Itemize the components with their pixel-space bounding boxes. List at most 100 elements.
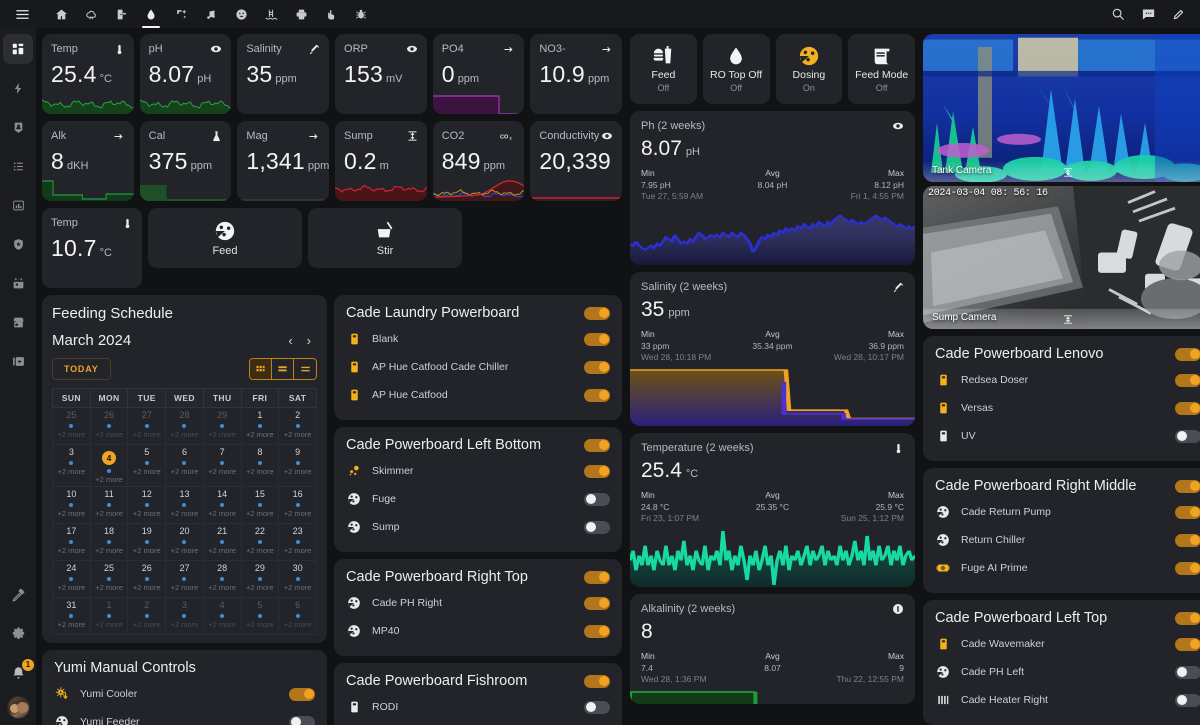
calendar-day[interactable]: 4+2 more (90, 445, 128, 487)
action-button-feed-mode[interactable]: Feed ModeOff (848, 34, 915, 104)
feed-button[interactable]: Feed (148, 208, 302, 268)
toggle-row[interactable]: Skimmer (346, 457, 610, 485)
toggle-switch[interactable] (584, 597, 610, 610)
pencil-icon[interactable] (1172, 7, 1186, 21)
toggle-switch[interactable] (584, 521, 610, 534)
today-button[interactable]: TODAY (52, 358, 111, 380)
calendar-day[interactable]: 1+2 more (90, 598, 128, 635)
more-events-label[interactable]: +2 more (91, 509, 128, 518)
gear-icon[interactable] (3, 619, 33, 649)
more-events-label[interactable]: +2 more (53, 583, 90, 592)
calendar-day[interactable]: 22+2 more (241, 524, 279, 561)
more-events-label[interactable]: +2 more (53, 620, 90, 629)
list-view-icon[interactable] (294, 359, 316, 379)
calendar-day[interactable]: 8+2 more (241, 445, 279, 487)
more-events-label[interactable]: +2 more (166, 430, 203, 439)
more-events-label[interactable]: +2 more (242, 620, 279, 629)
sensor-tile-co2[interactable]: CO2CO2849ppm (433, 121, 525, 201)
storefront-icon[interactable] (3, 307, 33, 337)
more-events-label[interactable]: +2 more (91, 583, 128, 592)
calendar-day[interactable]: 7+2 more (203, 445, 241, 487)
chevron-right-icon[interactable]: › (307, 334, 311, 347)
bug-icon[interactable] (346, 0, 376, 28)
action-button-ro-top-off[interactable]: RO Top OffOff (703, 34, 770, 104)
dashboard-grid-icon[interactable] (3, 34, 33, 64)
alk-icon[interactable] (892, 603, 904, 615)
fullscreen-icon[interactable] (1063, 167, 1074, 178)
toggle-row[interactable]: Fuge (346, 485, 610, 513)
rows-icon[interactable] (272, 359, 294, 379)
toggle-row[interactable]: UV (935, 422, 1200, 450)
calendar-day[interactable]: 19+2 more (128, 524, 166, 561)
cloud-icon[interactable] (76, 0, 106, 28)
more-events-label[interactable]: +2 more (279, 467, 316, 476)
toggle-row[interactable]: AP Hue Catfood Cade Chiller (346, 353, 610, 381)
more-events-label[interactable]: +2 more (166, 620, 203, 629)
more-events-label[interactable]: +2 more (53, 546, 90, 555)
more-events-label[interactable]: +2 more (166, 546, 203, 555)
calendar-day[interactable]: 25+2 more (90, 561, 128, 598)
calendar-day[interactable]: 5+2 more (241, 598, 279, 635)
more-events-label[interactable]: +2 more (279, 546, 316, 555)
calendar-day[interactable]: 26+2 more (90, 408, 128, 445)
more-events-label[interactable]: +2 more (242, 509, 279, 518)
toggle-row[interactable]: Return Chiller (935, 526, 1200, 554)
master-toggle-switch[interactable] (584, 439, 610, 452)
pipette-icon[interactable] (893, 282, 904, 293)
sensor-tile-mag[interactable]: Mag1,341ppm (237, 121, 329, 201)
chat-bubble-icon[interactable] (1141, 7, 1156, 22)
toggle-row[interactable]: Versas (935, 394, 1200, 422)
master-toggle-switch[interactable] (1175, 612, 1200, 625)
calendar-day[interactable]: 6+2 more (279, 598, 317, 635)
calendar-day[interactable]: 25+2 more (53, 408, 91, 445)
toggle-switch[interactable] (1175, 562, 1200, 575)
more-events-label[interactable]: +2 more (128, 430, 165, 439)
calendar-day[interactable]: 2+2 more (128, 598, 166, 635)
shield-icon[interactable] (3, 229, 33, 259)
calendar-day[interactable]: 15+2 more (241, 487, 279, 524)
calendar-icon[interactable] (3, 268, 33, 298)
bar-chart-icon[interactable] (3, 190, 33, 220)
more-events-label[interactable]: +2 more (53, 509, 90, 518)
calendar-day[interactable]: 14+2 more (203, 487, 241, 524)
sensor-tile-salinity[interactable]: Salinity35ppm (237, 34, 329, 114)
more-events-label[interactable]: +2 more (204, 583, 241, 592)
master-toggle-switch[interactable] (584, 571, 610, 584)
more-events-label[interactable]: +2 more (279, 430, 316, 439)
toggle-row[interactable]: Cade Heater Right (935, 686, 1200, 714)
calendar-day[interactable]: 5+2 more (128, 445, 166, 487)
search-icon[interactable] (1111, 7, 1125, 21)
more-events-label[interactable]: +2 more (242, 583, 279, 592)
toggle-switch[interactable] (289, 688, 315, 701)
calendar-day[interactable]: 10+2 more (53, 487, 91, 524)
toggle-switch[interactable] (584, 625, 610, 638)
calendar-day[interactable]: 26+2 more (128, 561, 166, 598)
calendar-day[interactable]: 24+2 more (53, 561, 91, 598)
more-events-label[interactable]: +2 more (204, 509, 241, 518)
sensor-tile-alk[interactable]: Alk8dKH (42, 121, 134, 201)
calendar-day[interactable]: 11+2 more (90, 487, 128, 524)
more-events-label[interactable]: +2 more (128, 546, 165, 555)
toggle-switch[interactable] (1175, 506, 1200, 519)
smiley-face-icon[interactable] (226, 0, 256, 28)
toggle-switch[interactable] (1175, 694, 1200, 707)
sensor-tile-po4[interactable]: PO40ppm (433, 34, 525, 114)
more-events-label[interactable]: +2 more (53, 430, 90, 439)
media-play-icon[interactable] (3, 346, 33, 376)
more-events-label[interactable]: +2 more (166, 583, 203, 592)
sensor-tile-temp[interactable]: Temp25.4°C (42, 34, 134, 114)
more-events-label[interactable]: +2 more (204, 620, 241, 629)
toggle-row[interactable]: Fuge AI Prime (935, 554, 1200, 582)
more-events-label[interactable]: +2 more (91, 620, 128, 629)
toggle-switch[interactable] (1175, 638, 1200, 651)
sensor-tile-cal[interactable]: Cal375ppm (140, 121, 232, 201)
more-events-label[interactable]: +2 more (242, 546, 279, 555)
chevron-left-icon[interactable]: ‹ (288, 334, 292, 347)
more-events-label[interactable]: +2 more (279, 620, 316, 629)
sensor-tile-temp-2[interactable]: Temp 10.7 °C (42, 208, 142, 288)
sump-camera[interactable]: 2024-03-04 08: 56: 16 Sump Camera (923, 186, 1200, 329)
action-button-feed[interactable]: FeedOff (630, 34, 697, 104)
toggle-row[interactable]: Food Fridge (346, 721, 610, 725)
master-toggle-switch[interactable] (1175, 348, 1200, 361)
toggle-row[interactable]: MP40 (346, 617, 610, 645)
